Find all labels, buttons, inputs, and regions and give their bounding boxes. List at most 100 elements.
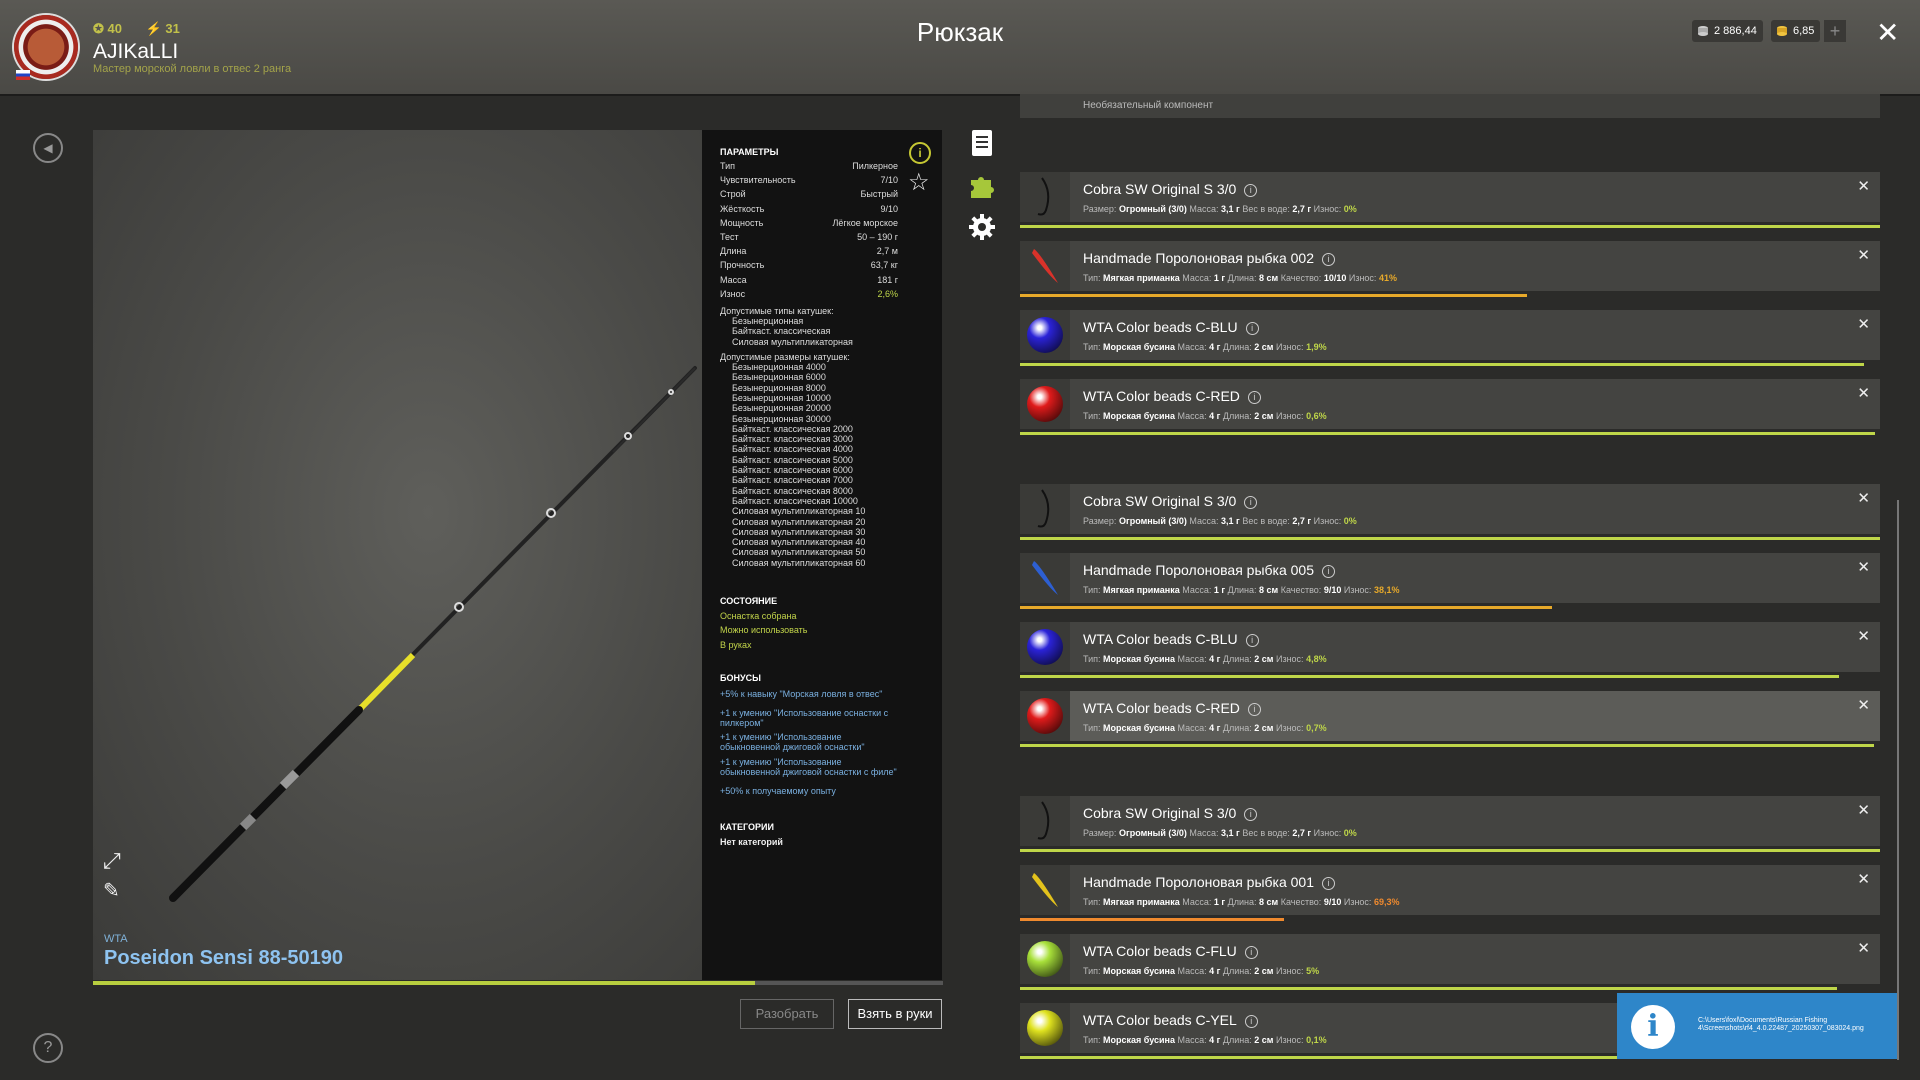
state-heading: СОСТОЯНИЕ xyxy=(720,596,778,606)
tackle-item[interactable]: Handmade Поролоновая рыбка 005 i Тип: Мягк… xyxy=(1020,553,1880,603)
remove-item-button[interactable]: ✕ xyxy=(1857,315,1870,333)
reel-size-item: Байткаст. классическая 8000 xyxy=(732,485,853,496)
screenshot-notification[interactable]: i C:\Users\foxl\Documents\Russian Fishin… xyxy=(1617,993,1897,1059)
item-durability-fill xyxy=(1020,432,1875,435)
attr-value: Морская бусина xyxy=(1103,654,1175,664)
rod-preview[interactable]: ⤢ ✎ WTA Poseidon Sensi 88-50190 xyxy=(93,130,703,980)
optional-component-row[interactable]: Необязательный компонент xyxy=(1020,94,1880,118)
bonus-item: +1 к умению "Использование оснастки с пи… xyxy=(720,708,889,728)
info-icon[interactable]: i xyxy=(1244,496,1258,509)
categories-value: Нет категорий xyxy=(720,837,783,847)
reel-size-item: Силовая мультипликаторная 20 xyxy=(732,516,866,527)
puzzle-components-icon[interactable] xyxy=(967,170,997,200)
attr-key: Масса: xyxy=(1177,654,1207,664)
notes-icon[interactable] xyxy=(967,128,997,158)
tackle-item[interactable]: WTA Color beads C-RED i Тип: Морская бусин… xyxy=(1020,379,1880,429)
item-name: WTA Color beads C-FLU i xyxy=(1083,943,1258,959)
remove-item-button[interactable]: ✕ xyxy=(1857,939,1870,957)
hook-thumbnail xyxy=(1020,172,1070,222)
hook-icon xyxy=(1037,489,1050,528)
tackle-item[interactable]: WTA Color beads C-FLU i Тип: Морская бусин… xyxy=(1020,934,1880,984)
settings-gear-icon[interactable] xyxy=(967,212,997,242)
info-icon[interactable]: i xyxy=(1245,322,1259,335)
reel-size-item: Силовая мультипликаторная 50 xyxy=(732,547,866,558)
param-value: Лёгкое морское xyxy=(832,217,899,228)
item-name-text: Handmade Поролоновая рыбка 002 xyxy=(1083,250,1314,266)
close-button[interactable]: ✕ xyxy=(1876,16,1899,49)
info-icon[interactable]: i xyxy=(1322,565,1335,578)
remove-item-button[interactable]: ✕ xyxy=(1857,384,1870,402)
hook-icon xyxy=(1037,177,1050,216)
bead-thumbnail xyxy=(1020,622,1070,672)
info-icon[interactable]: i xyxy=(909,142,931,164)
info-icon[interactable]: i xyxy=(1247,391,1261,404)
info-icon[interactable]: i xyxy=(1244,184,1258,197)
bead-thumbnail xyxy=(1020,1003,1070,1053)
info-icon[interactable]: i xyxy=(1245,634,1259,647)
attr-value: Морская бусина xyxy=(1103,411,1175,421)
level-indicator: ✪ 40 xyxy=(93,21,122,36)
remove-item-button[interactable]: ✕ xyxy=(1857,801,1870,819)
attr-key: Износ: xyxy=(1313,204,1342,214)
item-name-text: WTA Color beads C-FLU xyxy=(1083,943,1237,959)
favorite-star-icon[interactable]: ☆ xyxy=(908,168,930,197)
lure-thumbnail xyxy=(1020,241,1070,291)
item-attributes: Размер: Огромный (3/0) Масса: 3,1 г Вес … xyxy=(1083,828,1357,838)
attr-key: Износ: xyxy=(1275,411,1304,421)
remove-item-button[interactable]: ✕ xyxy=(1857,627,1870,645)
remove-item-button[interactable]: ✕ xyxy=(1857,177,1870,195)
param-row: Масса 181 г xyxy=(720,275,898,288)
attr-key: Длина: xyxy=(1222,723,1252,733)
tackle-item[interactable]: WTA Color beads C-BLU i Тип: Морская бусин… xyxy=(1020,310,1880,360)
tackle-item[interactable]: Cobra SW Original S 3/0 i Размер: Огромный… xyxy=(1020,172,1880,222)
attr-value: 2 см xyxy=(1254,966,1274,976)
customize-brush-icon[interactable]: ✎ xyxy=(103,878,125,902)
item-durability-bar xyxy=(1020,744,1880,747)
tackle-item-list[interactable]: Необязательный компонент Cobra SW Origin… xyxy=(1020,94,1880,1080)
attr-key: Масса: xyxy=(1177,723,1207,733)
optional-component-label: Необязательный компонент xyxy=(1083,100,1214,111)
param-row: Тип Пилкерное xyxy=(720,161,898,174)
attr-key: Тип: xyxy=(1083,273,1101,283)
info-icon[interactable]: i xyxy=(1247,703,1261,716)
tackle-item[interactable]: Cobra SW Original S 3/0 i Размер: Огромный… xyxy=(1020,484,1880,534)
take-in-hands-button[interactable]: Взять в руки xyxy=(848,999,942,1029)
tackle-item[interactable]: Handmade Поролоновая рыбка 002 i Тип: Мягк… xyxy=(1020,241,1880,291)
tackle-item[interactable]: WTA Color beads C-BLU i Тип: Морская бусин… xyxy=(1020,622,1880,672)
item-durability-fill xyxy=(1020,225,1880,228)
attr-value: 0% xyxy=(1343,828,1357,838)
remove-item-button[interactable]: ✕ xyxy=(1857,558,1870,576)
info-icon[interactable]: i xyxy=(1244,1015,1258,1028)
help-button[interactable]: ? xyxy=(33,1033,63,1063)
attr-value: 2,7 г xyxy=(1292,828,1312,838)
fullscreen-icon[interactable]: ⤢ xyxy=(103,848,125,873)
silver-balance[interactable]: 2 886,44 xyxy=(1692,20,1763,42)
item-name: WTA Color beads C-YEL i xyxy=(1083,1012,1258,1028)
attr-key: Износ: xyxy=(1275,342,1304,352)
disassemble-button[interactable]: Разобрать xyxy=(740,999,834,1029)
remove-item-button[interactable]: ✕ xyxy=(1857,870,1870,888)
bead-icon xyxy=(1027,698,1063,734)
attr-value: 8 см xyxy=(1259,585,1279,595)
reel-type-item: Байткаст. классическая xyxy=(732,326,831,337)
item-name-text: Cobra SW Original S 3/0 xyxy=(1083,493,1237,509)
tackle-item[interactable]: WTA Color beads C-RED i Тип: Морская бусин… xyxy=(1020,691,1880,741)
add-currency-button[interactable]: + xyxy=(1824,20,1846,42)
scrollbar[interactable] xyxy=(1897,500,1899,1060)
info-icon[interactable]: i xyxy=(1244,946,1258,959)
tackle-item[interactable]: Handmade Поролоновая рыбка 001 i Тип: Мягк… xyxy=(1020,865,1880,915)
gold-balance[interactable]: 6,85 xyxy=(1771,20,1821,42)
remove-item-button[interactable]: ✕ xyxy=(1857,246,1870,264)
tackle-item[interactable]: Cobra SW Original S 3/0 i Размер: Огромный… xyxy=(1020,796,1880,846)
param-key: Чувствительность xyxy=(720,175,796,186)
remove-item-button[interactable]: ✕ xyxy=(1857,696,1870,714)
info-icon[interactable]: i xyxy=(1244,808,1258,821)
item-name-text: Cobra SW Original S 3/0 xyxy=(1083,181,1237,197)
item-name: WTA Color beads C-RED i xyxy=(1083,388,1261,404)
back-button[interactable]: ◀ xyxy=(33,133,63,163)
info-icon[interactable]: i xyxy=(1322,877,1335,890)
attr-key: Масса: xyxy=(1182,897,1212,907)
info-icon[interactable]: i xyxy=(1322,253,1335,266)
remove-item-button[interactable]: ✕ xyxy=(1857,489,1870,507)
attr-key: Износ: xyxy=(1275,723,1304,733)
